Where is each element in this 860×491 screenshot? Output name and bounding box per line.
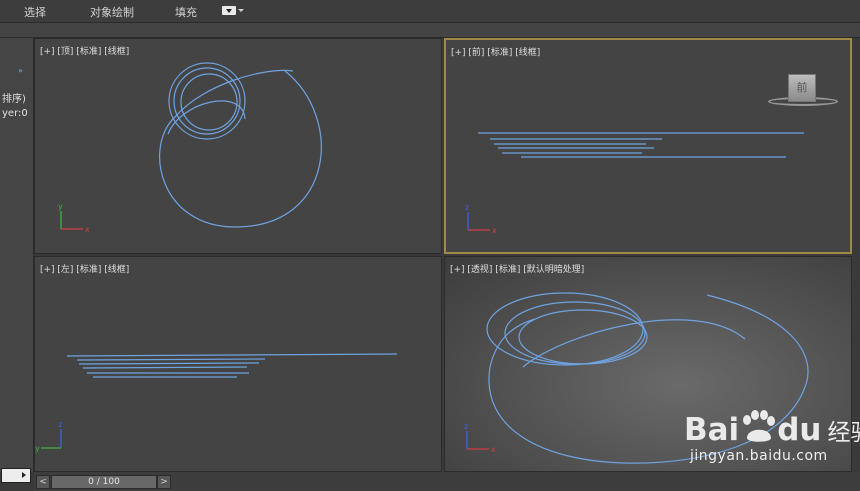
axis-z-label: z [58,420,62,429]
viewport-top[interactable]: [+] [顶] [标准] [线框] y x [34,38,442,254]
axis-y-label: y [35,444,40,453]
next-frame-button[interactable]: > [157,475,171,489]
viewport-left-canvas: z y [35,353,398,453]
viewport-left[interactable]: [+] [左] [标准] [线框] z y [34,256,442,472]
baidu-watermark: Bai du经验 [684,410,860,448]
ribbon-strip [0,23,860,38]
paw-icon [743,410,776,442]
previous-frame-button[interactable]: < [36,475,50,489]
axis-z-label: z [465,203,469,212]
axis-x-label: x [85,225,90,234]
viewport-front-canvas: z x [465,132,804,235]
chevron-down-icon[interactable] [238,9,244,12]
watermark-brand-du: du [777,412,822,448]
expand-panel-icon[interactable]: » [18,66,23,75]
layer-label: yer:0 [2,108,28,119]
time-slider[interactable]: 0 / 100 [51,475,157,489]
axis-y-label: y [58,202,63,211]
menu-select[interactable]: 选择 [24,4,46,20]
persp-ring [504,301,646,365]
axis-z-label: z [464,422,468,431]
left-curve-line [82,366,248,369]
scene-explorer-panel: » 排序) yer:0 [0,38,34,483]
display-dropdown-icon[interactable] [222,6,236,15]
viewport-top-canvas: y x [58,62,322,234]
left-curve-line [78,362,260,365]
menu-bar: 选择 对象绘制 填充 [0,0,860,23]
persp-arc [522,319,746,368]
left-curve-line [76,358,266,361]
watermark-brand-jingyan: 经验 [827,420,860,446]
menu-fill[interactable]: 填充 [175,4,197,20]
watermark-brand-bai: Bai [684,412,740,448]
axis-x-label: x [491,445,496,454]
spiral-ring [173,67,241,135]
menu-object-draw[interactable]: 对象绘制 [90,4,134,20]
persp-ring [486,292,644,366]
left-curve-line [66,353,398,357]
panel-play-button[interactable] [1,468,31,483]
time-slider-bar: < 0 / 100 > [34,472,860,491]
watermark-url: jingyan.baidu.com [690,448,828,464]
viewport-front[interactable]: [+] [前] [标准] [线框] 前 z x [444,38,852,254]
axis-x-label: x [492,226,497,235]
sort-label: 排序) [2,94,26,105]
spiral-outer [159,69,322,228]
